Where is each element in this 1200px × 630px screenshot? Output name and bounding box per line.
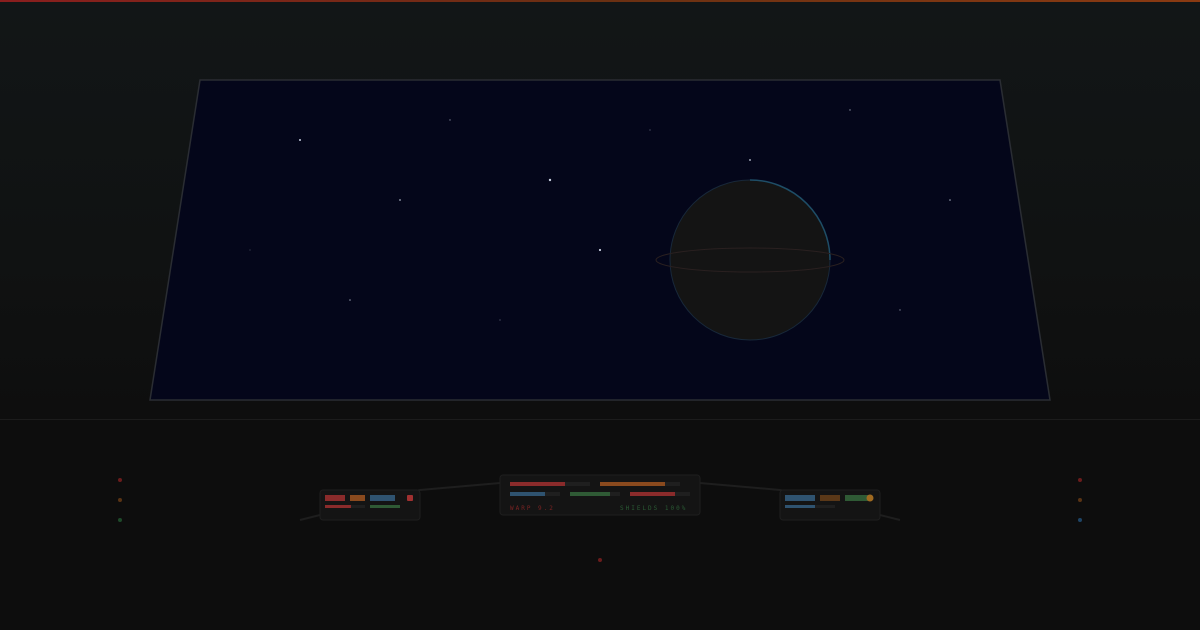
- star: [649, 129, 651, 131]
- left-green-light-icon: [118, 518, 122, 522]
- right-red-light-icon: [1078, 478, 1082, 482]
- warp-readout: WARP 9.2: [510, 505, 555, 512]
- aux-blue-gauge-bar: [785, 505, 815, 508]
- power-gauge-bar: [600, 482, 665, 486]
- star: [749, 159, 751, 161]
- aux-green-gauge-bar: [370, 505, 400, 508]
- star: [548, 178, 552, 182]
- sensors-gauge-bar: [510, 492, 545, 496]
- right-orange-light-icon: [1078, 498, 1082, 502]
- star: [499, 319, 501, 321]
- left-console-panel: [319, 489, 421, 521]
- star: [449, 119, 451, 121]
- shields-readout: SHIELDS 100%: [620, 505, 688, 512]
- star: [949, 199, 951, 201]
- bridge-scene: [118, 79, 1082, 562]
- star: [249, 249, 251, 251]
- left-red-light-icon: [118, 478, 122, 482]
- star: [598, 248, 602, 252]
- console-button-red[interactable]: [325, 495, 345, 501]
- right-blue-light-icon: [1078, 518, 1082, 522]
- console-button-blue[interactable]: [785, 495, 815, 501]
- status-light-icon: [866, 494, 874, 502]
- console-button-orange[interactable]: [350, 495, 365, 501]
- star: [899, 309, 901, 311]
- console-button-green[interactable]: [845, 495, 870, 501]
- hull-gauge-bar: [510, 482, 565, 486]
- star: [399, 199, 401, 201]
- left-orange-light-icon: [118, 498, 122, 502]
- star: [349, 299, 351, 301]
- console-button-blue[interactable]: [370, 495, 395, 501]
- aux-red-gauge-bar: [325, 505, 351, 508]
- viewscreen[interactable]: [149, 79, 1051, 401]
- star: [849, 109, 851, 111]
- weapons-gauge-bar: [630, 492, 675, 496]
- right-console-panel: [779, 489, 881, 521]
- alert-light-icon: [407, 495, 413, 501]
- star: [299, 139, 301, 141]
- console-button-orange[interactable]: [820, 495, 840, 501]
- shields-gauge-bar: [570, 492, 610, 496]
- center-red-light-icon: [598, 558, 602, 562]
- planet-body: [669, 179, 831, 341]
